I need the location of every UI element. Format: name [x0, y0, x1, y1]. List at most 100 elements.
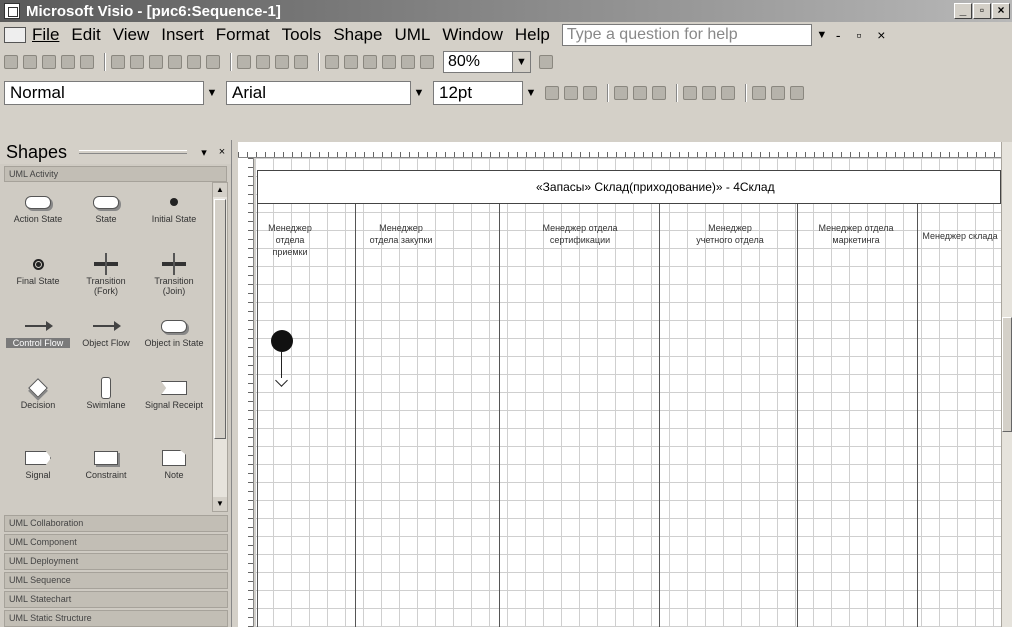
format-painter-icon[interactable]: [206, 55, 220, 69]
stencil-uml-deployment[interactable]: UML Deployment: [4, 553, 228, 570]
stencil-uml-static-structure[interactable]: UML Static Structure: [4, 610, 228, 627]
stamp-tool-icon[interactable]: [420, 55, 434, 69]
stencil-transition-fork[interactable]: Transition (Fork): [74, 252, 138, 310]
menu-file[interactable]: File: [26, 25, 65, 45]
initial-state-node[interactable]: [271, 330, 293, 352]
stencil-uml-sequence[interactable]: UML Sequence: [4, 572, 228, 589]
stencil-object-flow[interactable]: Object Flow: [74, 314, 138, 372]
underline-icon[interactable]: [583, 86, 597, 100]
document-menu-icon[interactable]: [4, 27, 26, 43]
text-color-icon[interactable]: [683, 86, 697, 100]
zoom-dropdown-icon[interactable]: ▼: [513, 51, 531, 73]
style-dropdown-icon[interactable]: ▼: [204, 81, 220, 105]
print-icon[interactable]: [61, 55, 75, 69]
stencil-final-state[interactable]: Final State: [6, 252, 70, 310]
menu-uml[interactable]: UML: [388, 25, 436, 45]
lane-warehouse-manager[interactable]: Менеджер склада: [917, 204, 1001, 627]
stencil-scroll-thumb[interactable]: [214, 199, 226, 439]
hyperlink-icon[interactable]: [294, 55, 308, 69]
menu-view[interactable]: View: [107, 25, 156, 45]
canvas-vertical-scrollbar[interactable]: [1001, 142, 1012, 627]
lane-certification-manager[interactable]: Менеджер отдела сертификации: [499, 204, 659, 627]
menu-insert[interactable]: Insert: [155, 25, 210, 45]
menu-window[interactable]: Window: [436, 25, 508, 45]
font-dropdown-icon[interactable]: ▼: [411, 81, 427, 105]
connector-tool-icon[interactable]: [344, 55, 358, 69]
stencil-scrollbar[interactable]: ▲ ▼: [212, 182, 228, 512]
line-ends-icon[interactable]: [790, 86, 804, 100]
bold-icon[interactable]: [545, 86, 559, 100]
preview-icon[interactable]: [80, 55, 94, 69]
menu-edit[interactable]: Edit: [65, 25, 106, 45]
cut-icon[interactable]: [149, 55, 163, 69]
drawing-canvas[interactable]: «Запасы» Склад(приходование)» - 4Склад М…: [255, 158, 1001, 627]
align-left-icon[interactable]: [614, 86, 628, 100]
undo-icon[interactable]: [237, 55, 251, 69]
scroll-down-icon[interactable]: ▼: [213, 497, 227, 511]
lane-intake-manager[interactable]: Менеджер отдела приемки: [257, 204, 355, 627]
menu-format[interactable]: Format: [210, 25, 276, 45]
stencil-note[interactable]: Note: [142, 446, 206, 504]
font-select[interactable]: Arial: [226, 81, 411, 105]
save-icon[interactable]: [42, 55, 56, 69]
research-icon[interactable]: [130, 55, 144, 69]
stencil-state[interactable]: State: [74, 190, 138, 248]
stencil-signal-receipt[interactable]: Signal Receipt: [142, 376, 206, 434]
fill-color-icon[interactable]: [721, 86, 735, 100]
doc-window-controls[interactable]: - ▫ ×: [836, 27, 892, 43]
menu-tools[interactable]: Tools: [276, 25, 328, 45]
canvas-scroll-thumb[interactable]: [1002, 317, 1012, 432]
new-icon[interactable]: [4, 55, 18, 69]
panel-close-icon[interactable]: ×: [213, 146, 231, 158]
restore-button[interactable]: ▫: [973, 3, 991, 19]
menu-shape[interactable]: Shape: [327, 25, 388, 45]
lane-marketing-manager[interactable]: Менеджер отдела маркетинга: [797, 204, 917, 627]
panel-menu-icon[interactable]: ▾: [195, 146, 213, 159]
line-tool-icon[interactable]: [401, 55, 415, 69]
help-search-input[interactable]: Type a question for help: [561, 24, 812, 46]
line-pattern-icon[interactable]: [771, 86, 785, 100]
align-center-icon[interactable]: [633, 86, 647, 100]
stencil-signal[interactable]: Signal: [6, 446, 70, 504]
panel-grip[interactable]: [79, 150, 187, 154]
open-icon[interactable]: [23, 55, 37, 69]
close-button[interactable]: ×: [992, 3, 1010, 19]
stencil-uml-component[interactable]: UML Component: [4, 534, 228, 551]
stencil-object-in-state[interactable]: Object in State: [142, 314, 206, 372]
align-right-icon[interactable]: [652, 86, 666, 100]
text-tool-icon[interactable]: [363, 55, 377, 69]
stencil-decision[interactable]: Decision: [6, 376, 70, 434]
stencil-swimlane[interactable]: Swimlane: [74, 376, 138, 434]
font-size-dropdown-icon[interactable]: ▼: [523, 81, 539, 105]
zoom-input[interactable]: 80%: [443, 51, 513, 73]
spelling-icon[interactable]: [111, 55, 125, 69]
stencil-initial-state[interactable]: Initial State: [142, 190, 206, 248]
stencil-transition-join[interactable]: Transition (Join): [142, 252, 206, 310]
lane-accounting-manager[interactable]: Менеджер учетного отдела: [659, 204, 797, 627]
shapes-icon[interactable]: [275, 55, 289, 69]
swimlane-pool-header[interactable]: «Запасы» Склад(приходование)» - 4Склад: [257, 170, 1001, 204]
stencil-uml-collaboration[interactable]: UML Collaboration: [4, 515, 228, 532]
menu-help[interactable]: Help: [509, 25, 556, 45]
help-dropdown-icon[interactable]: ▼: [814, 25, 830, 45]
visio-app-icon[interactable]: [4, 3, 20, 19]
font-size-select[interactable]: 12pt: [433, 81, 523, 105]
stencil-uml-statechart[interactable]: UML Statechart: [4, 591, 228, 608]
style-select[interactable]: Normal: [4, 81, 204, 105]
stencil-constraint[interactable]: Constraint: [74, 446, 138, 504]
redo-icon[interactable]: [256, 55, 270, 69]
minimize-button[interactable]: _: [954, 3, 972, 19]
italic-icon[interactable]: [564, 86, 578, 100]
copy-icon[interactable]: [168, 55, 182, 69]
line-weight-icon[interactable]: [752, 86, 766, 100]
help-icon[interactable]: [539, 55, 553, 69]
line-color-icon[interactable]: [702, 86, 716, 100]
rectangle-tool-icon[interactable]: [382, 55, 396, 69]
stencil-action-state[interactable]: Action State: [6, 190, 70, 248]
stencil-uml-activity[interactable]: UML Activity: [4, 166, 227, 182]
stencil-control-flow[interactable]: Control Flow: [6, 314, 70, 372]
pointer-tool-icon[interactable]: [325, 55, 339, 69]
scroll-up-icon[interactable]: ▲: [213, 183, 227, 197]
lane-purchasing-manager[interactable]: Менеджер отдела закупки: [355, 204, 499, 627]
paste-icon[interactable]: [187, 55, 201, 69]
